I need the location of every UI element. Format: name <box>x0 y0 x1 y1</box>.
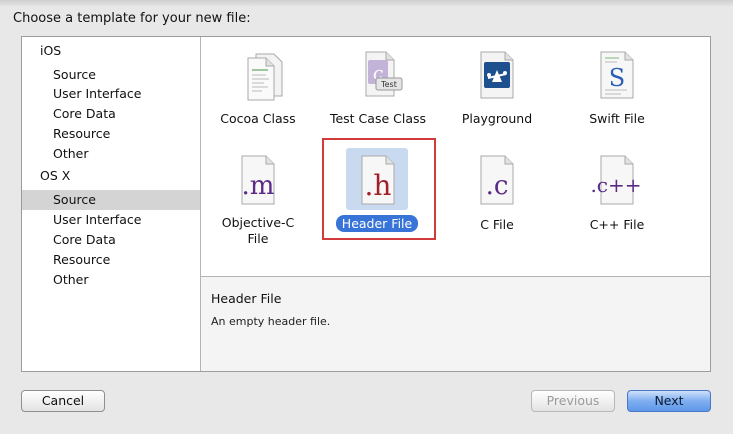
description-title: Header File <box>211 291 282 306</box>
objective-c-file-icon: .m <box>226 154 290 218</box>
sidebar-item-osx-source[interactable]: Source <box>22 190 200 210</box>
test-badge: Test <box>380 80 397 89</box>
sidebar-item-ios-source[interactable]: Source <box>22 65 200 85</box>
sidebar-item-osx-user-interface[interactable]: User Interface <box>22 210 200 230</box>
template-label-selected: Header File <box>335 215 419 232</box>
sidebar-group-osx[interactable]: OS X <box>40 168 70 183</box>
sidebar-item-ios-other[interactable]: Other <box>22 144 200 164</box>
header-file-icon: .h <box>346 154 410 218</box>
playground-icon <box>465 48 529 112</box>
sidebar-item-ios-user-interface[interactable]: User Interface <box>22 84 200 104</box>
header-glyph: .h <box>365 169 392 202</box>
swift-file-icon: S <box>585 48 649 112</box>
sidebar-item-ios-resource[interactable]: Resource <box>22 124 200 144</box>
template-label: Test Case Class <box>329 111 427 126</box>
c-glyph: .c <box>486 171 509 201</box>
template-label: C File <box>480 217 514 232</box>
sidebar-item-osx-resource[interactable]: Resource <box>22 250 200 270</box>
template-label-line1: Objective-C <box>221 215 295 230</box>
platform-sidebar: iOS Source User Interface Core Data Reso… <box>22 37 201 371</box>
template-label-line2: File <box>247 231 269 246</box>
sidebar-item-osx-other[interactable]: Other <box>22 270 200 290</box>
c-file-icon: .c <box>465 154 529 218</box>
previous-button[interactable]: Previous <box>531 390 615 412</box>
template-label: Playground <box>461 111 533 126</box>
sidebar-item-osx-core-data[interactable]: Core Data <box>22 230 200 250</box>
next-button[interactable]: Next <box>627 390 711 412</box>
test-case-class-icon: c Test <box>346 48 410 112</box>
template-label: Cocoa Class <box>220 111 296 126</box>
cpp-glyph: .c++ <box>590 173 641 197</box>
new-file-dialog: Choose a template for your new file: iOS… <box>0 0 733 434</box>
sidebar-group-ios[interactable]: iOS <box>40 43 61 58</box>
sidebar-item-ios-core-data[interactable]: Core Data <box>22 104 200 124</box>
template-label: C++ File <box>589 217 645 232</box>
objc-glyph: .m <box>242 171 275 201</box>
template-description: Header File An empty header file. <box>201 277 710 371</box>
template-label: Swift File <box>589 111 645 126</box>
cpp-file-icon: .c++ <box>585 154 649 218</box>
description-text: An empty header file. <box>211 315 331 328</box>
cocoa-class-icon <box>226 48 290 112</box>
dialog-heading: Choose a template for your new file: <box>13 11 251 26</box>
swift-glyph: S <box>609 64 625 92</box>
cancel-button[interactable]: Cancel <box>21 390 105 412</box>
